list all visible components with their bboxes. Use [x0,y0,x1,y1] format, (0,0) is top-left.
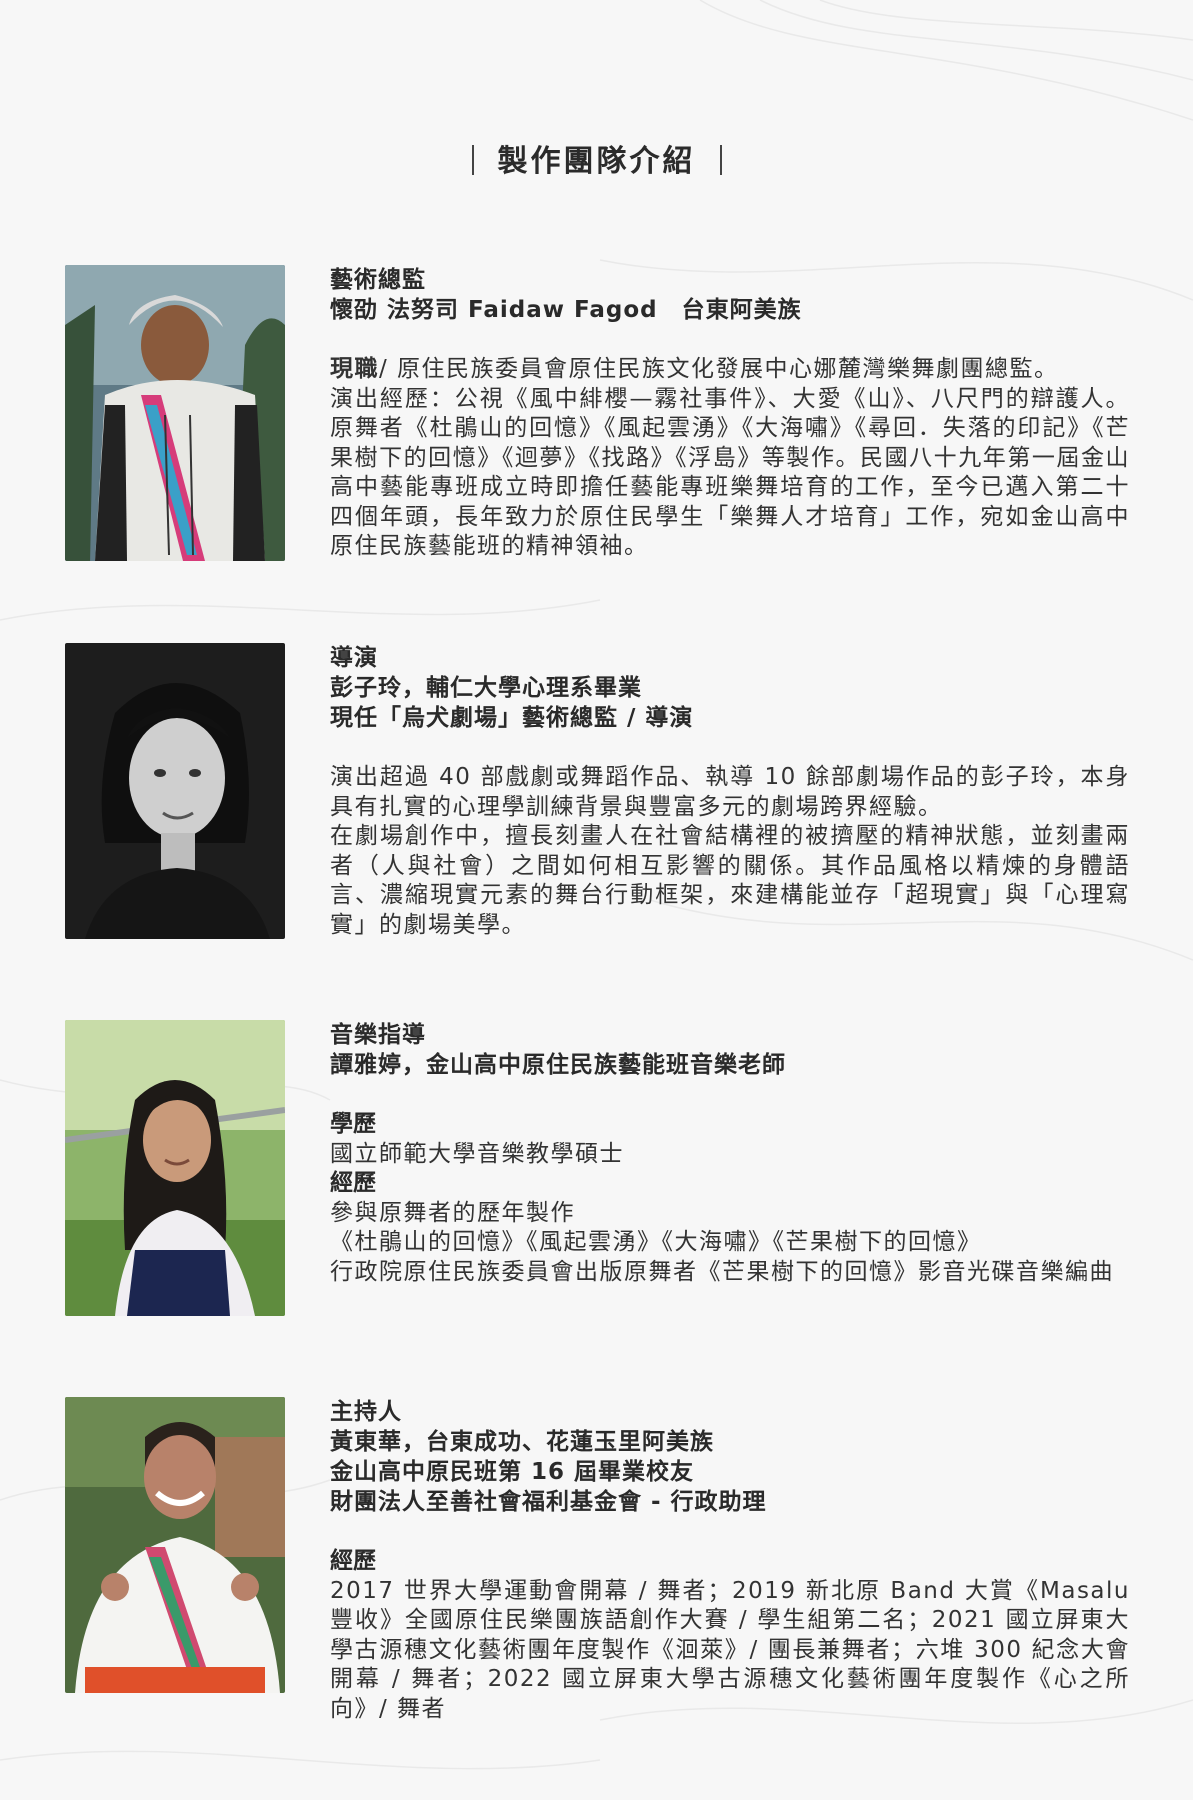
role-title: 藝術總監 [330,267,426,293]
position-paragraph: 現職/ 原住民族委員會原住民族文化發展中心娜麓灣樂舞劇團總監。 [330,355,1130,385]
page-title: 製作團隊介紹 [497,144,696,179]
experience-label: 經歷 [330,1548,376,1574]
bio-music-director: 音樂指導 譚雅婷，金山高中原住民族藝能班音樂老師 學歷 國立師範大學音樂教學碩士… [330,1020,1130,1287]
job-line: 財團法人至善社會福利基金會 - 行政助理 [330,1489,767,1515]
name-line: 譚雅婷，金山高中原住民族藝能班音樂老師 [330,1052,786,1078]
photo-host [65,1397,285,1693]
role-title: 主持人 [330,1399,402,1425]
name-line: 彭子玲，輔仁大學心理系畢業 [330,675,642,701]
experience-text: 2017 世界大學運動會開幕 / 舞者；2019 新北原 Band 大賞《Mas… [330,1577,1130,1722]
role-title: 音樂指導 [330,1022,426,1048]
bio-paragraph: 演出經歷：公視《風中緋櫻—霧社事件》、大愛《山》、八尺門的辯護人。原舞者《杜鵑山… [330,385,1130,560]
alumni-line: 金山高中原民班第 16 屆畢業校友 [330,1459,695,1485]
role-title: 導演 [330,645,378,671]
page-heading: 製作團隊介紹 [0,136,1193,180]
photo-director [65,643,285,939]
experience-label: 經歷 [330,1170,376,1196]
position-label: 現職 [330,356,379,382]
experience-line-3: 行政院原住民族委員會出版原舞者《芒果樹下的回憶》影音光碟音樂編曲 [330,1258,1114,1285]
experience-line-2: 《杜鵑山的回憶》《風起雲湧》《大海嘯》《芒果樹下的回憶》 [330,1229,982,1255]
bio-paragraph-2: 在劇場創作中，擅長刻畫人在社會結構裡的被擠壓的精神狀態，並刻畫兩者（人與社會）之… [330,823,1130,938]
photo-art-director [65,265,285,561]
experience-line-1: 參與原舞者的歷年製作 [330,1199,575,1226]
heading-left-bar [471,145,474,175]
photo-music-director [65,1020,285,1316]
bio-paragraph-1: 演出超過 40 部戲劇或舞蹈作品、執導 10 餘部劇場作品的彭子玲，本身具有扎實… [330,764,1130,820]
education-text: 國立師範大學音樂教學碩士 [330,1140,624,1167]
bio-art-director: 藝術總監 懷劭 法努司 Faidaw Fagod 台東阿美族 現職/ 原住民族委… [330,265,1130,562]
heading-right-bar [719,145,722,175]
position-text: / 原住民族委員會原住民族文化發展中心娜麓灣樂舞劇團總監。 [379,356,1059,382]
name-line: 懷劭 法努司 Faidaw Fagod 台東阿美族 [330,297,802,323]
name-line: 黃東華，台東成功、花蓮玉里阿美族 [330,1429,714,1455]
education-label: 學歷 [330,1111,376,1137]
bio-director: 導演 彭子玲，輔仁大學心理系畢業 現任「烏犬劇場」藝術總監 / 導演 演出超過 … [330,643,1130,940]
position-line: 現任「烏犬劇場」藝術總監 / 導演 [330,705,694,731]
bio-host: 主持人 黃東華，台東成功、花蓮玉里阿美族 金山高中原民班第 16 屆畢業校友 財… [330,1397,1130,1724]
